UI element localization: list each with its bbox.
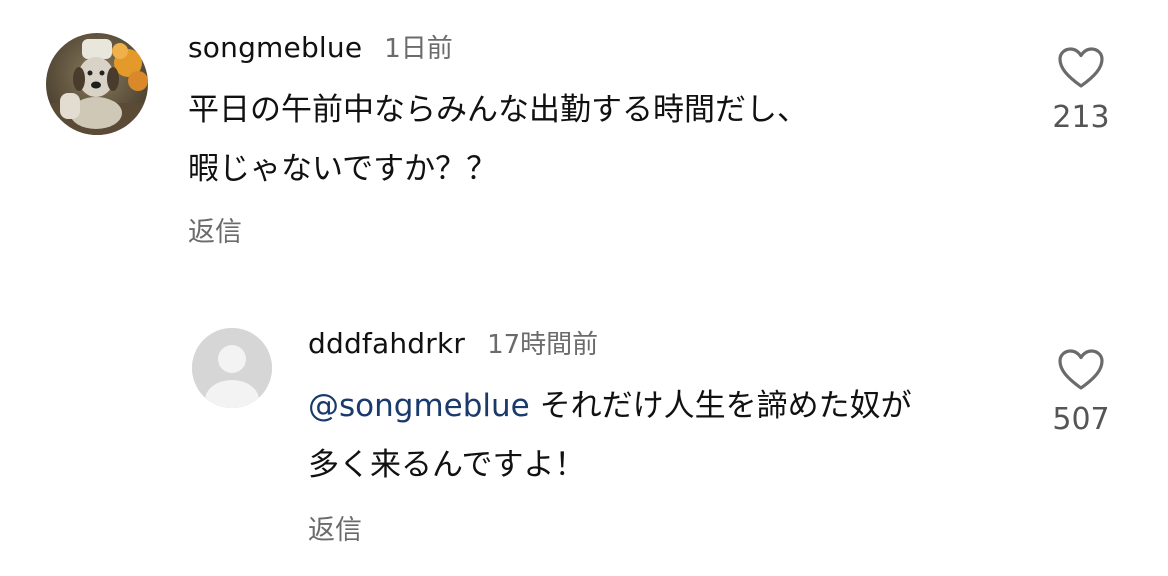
comment-body: dddfahdrkr 17時間前 @songmeblue それだけ人生を諦めた奴… (308, 324, 912, 495)
like-count: 507 (1052, 402, 1110, 437)
comment-text-line: @songmeblue それだけ人生を諦めた奴が (308, 377, 912, 436)
like-section: 213 (1036, 46, 1126, 135)
reply-button[interactable]: 返信 (308, 508, 362, 547)
timestamp: 17時間前 (487, 330, 599, 360)
comment-body: songmeblue 1日前 平日の午前中ならみんな出勤する時間だし、 暇じゃな… (188, 28, 808, 199)
heart-outline-icon[interactable] (1057, 348, 1105, 392)
mention-link[interactable]: @songmeblue (308, 388, 530, 424)
comment-text: 平日の午前中ならみんな出勤する時間だし、 暇じゃないですか？？ (188, 81, 808, 199)
comments-page: songmeblue 1日前 平日の午前中ならみんな出勤する時間だし、 暇じゃな… (0, 0, 1168, 576)
like-section: 507 (1036, 348, 1126, 437)
timestamp: 1日前 (384, 34, 453, 64)
default-avatar-icon (192, 328, 272, 408)
comment-meta: dddfahdrkr 17時間前 (308, 324, 912, 361)
comment-text-line: 平日の午前中ならみんな出勤する時間だし、 (188, 92, 808, 128)
comment-text-segment: それだけ人生を諦めた奴が (529, 388, 912, 424)
comment-meta: songmeblue 1日前 (188, 28, 808, 65)
heart-outline-icon[interactable] (1057, 46, 1105, 90)
username[interactable]: dddfahdrkr (308, 327, 465, 360)
comment-text-line: 多く来るんですよ！ (308, 447, 586, 483)
avatar[interactable] (46, 33, 148, 135)
avatar-photo-icon (46, 33, 148, 135)
username[interactable]: songmeblue (188, 31, 362, 64)
like-count: 213 (1052, 100, 1110, 135)
comment-text-line: 暇じゃないですか？？ (188, 151, 498, 187)
comment-text: @songmeblue それだけ人生を諦めた奴が 多く来るんですよ！ (308, 377, 912, 495)
avatar[interactable] (192, 328, 272, 408)
reply-button[interactable]: 返信 (188, 210, 242, 249)
